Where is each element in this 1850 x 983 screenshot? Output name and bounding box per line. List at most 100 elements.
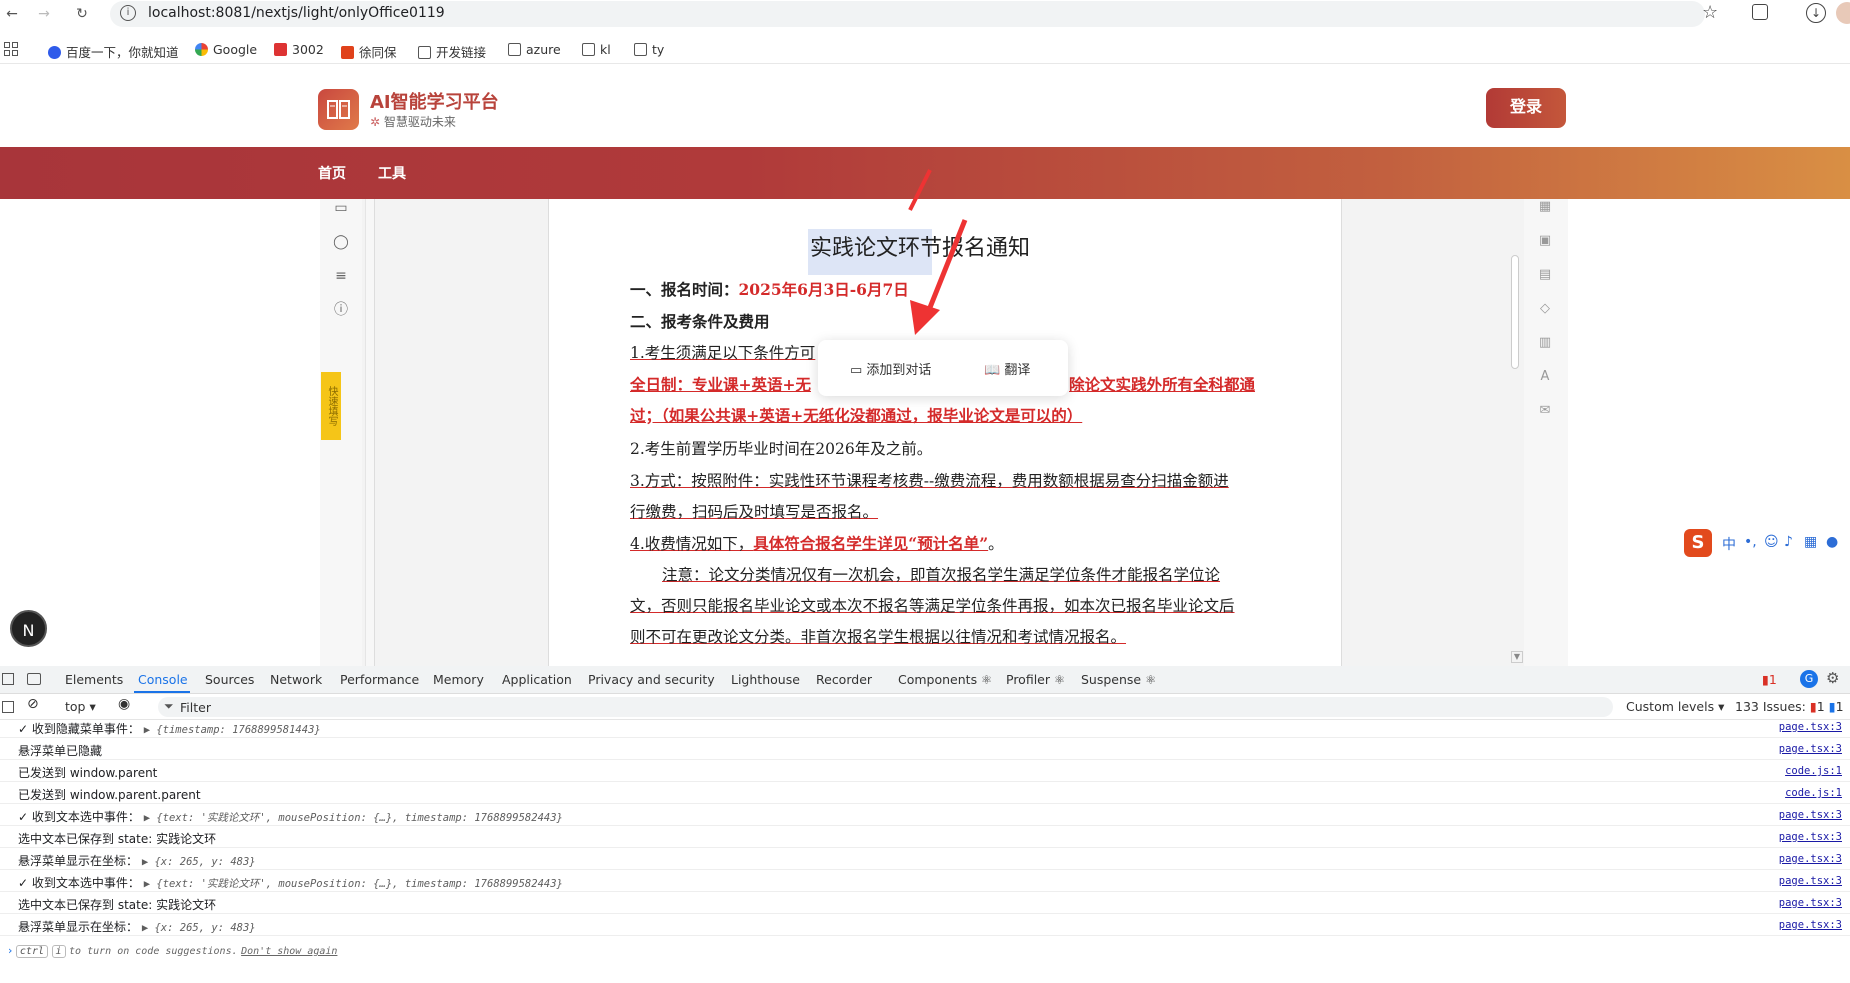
bookmark-folder-ty[interactable]: ty <box>634 42 664 57</box>
console-message[interactable]: ✓ 收到文本选中事件： ▶ {text: '实践论文环', mousePosit… <box>0 870 1850 892</box>
context-selector[interactable]: top ▾ <box>65 699 96 714</box>
console-message[interactable]: 已发送到 window.parent code.js:1 <box>0 760 1850 782</box>
bookmark-google[interactable]: Google <box>195 42 257 57</box>
url-text[interactable]: localhost:8081/nextjs/light/onlyOffice01… <box>148 5 445 21</box>
doc-line[interactable]: 3.方式：按照附件：实践性环节课程考核费--缴费流程，费用数额根据易查分扫描金额… <box>630 469 1229 491</box>
doc-line[interactable]: 一、报名时间：2025年6月3日-6月7日 <box>630 278 909 300</box>
tab-elements[interactable]: Elements <box>65 672 123 687</box>
tab-memory[interactable]: Memory <box>433 672 484 687</box>
filter-input[interactable]: ⏷ Filter <box>158 697 1613 717</box>
table-icon[interactable]: ▦ <box>1536 199 1554 215</box>
quick-fill-tab[interactable]: 快速填写 <box>321 372 341 440</box>
emoji-icon[interactable]: ☺ <box>1764 534 1779 550</box>
issues-summary[interactable]: 133 Issues: ▮1 ▮1 <box>1735 699 1844 714</box>
translate-button[interactable]: 📖 翻译 <box>984 359 1030 378</box>
align-icon[interactable]: ≡ <box>332 267 350 285</box>
console-message[interactable]: 悬浮菜单显示在坐标： ▶ {x: 265, y: 483} page.tsx:3 <box>0 914 1850 936</box>
header-footer-icon[interactable]: ▤ <box>1536 267 1554 283</box>
comment-icon[interactable]: ▭ <box>332 199 350 217</box>
doc-line[interactable]: 除论文实践外所有全科都通 <box>1069 373 1255 395</box>
reload-icon[interactable]: ↻ <box>72 4 92 24</box>
forward-arrow-icon[interactable]: → <box>34 4 54 24</box>
tab-performance[interactable]: Performance <box>340 672 419 687</box>
console-message[interactable]: ✓ 收到文本选中事件： ▶ {text: '实践论文环', mousePosit… <box>0 804 1850 826</box>
chat-icon[interactable]: ◯ <box>332 233 350 251</box>
active-tab-indicator <box>134 691 190 693</box>
issues-badge[interactable]: ▮1 <box>1762 672 1777 687</box>
tab-recorder[interactable]: Recorder <box>816 672 872 687</box>
console-message[interactable]: ✓ 收到隐藏菜单事件： ▶ {timestamp: 1768899581443}… <box>0 716 1850 738</box>
log-levels-dropdown[interactable]: Custom levels ▾ <box>1626 699 1724 714</box>
sidebar-toggle-icon[interactable] <box>2 701 14 713</box>
console-message[interactable]: 悬浮菜单显示在坐标： ▶ {x: 265, y: 483} page.tsx:3 <box>0 848 1850 870</box>
apps-grid-icon[interactable] <box>4 42 18 56</box>
profile-avatar[interactable] <box>1836 2 1850 24</box>
dont-show-again-link[interactable]: Don't show again <box>241 946 337 957</box>
image-icon[interactable]: ▣ <box>1536 233 1554 249</box>
extensions-icon[interactable] <box>1752 4 1768 20</box>
doc-line[interactable]: 2.考生前置学历毕业时间在2026年及之前。 <box>630 437 932 459</box>
console-message[interactable]: 悬浮菜单已隐藏 page.tsx:3 <box>0 738 1850 760</box>
tab-lighthouse[interactable]: Lighthouse <box>731 672 800 687</box>
tab-profiler[interactable]: Profiler ⚛ <box>1006 672 1065 687</box>
eye-icon[interactable]: ◉ <box>118 696 130 712</box>
bookmark-folder-azure[interactable]: azure <box>508 42 561 57</box>
doc-line[interactable]: 全日制：专业课+英语+无 <box>630 373 811 395</box>
doc-line[interactable]: 行缴费，扫码后及时填写是否报名。 <box>630 500 878 522</box>
doc-line[interactable]: 文，否则只能报名毕业论文或本次不报名等满足学位条件再报，如本次已报名毕业论文后 <box>630 594 1235 616</box>
console-prompt[interactable]: › ctrl i to turn on code suggestions. Do… <box>8 944 337 958</box>
ime-toolbar: S 中 •, ☺ ♪ ▦ ● <box>1684 529 1850 559</box>
download-icon[interactable]: ↓ <box>1806 3 1826 23</box>
bookmark-baidu[interactable]: 百度一下，你就知道 <box>48 42 179 61</box>
bookmark-3002[interactable]: 3002 <box>274 42 324 57</box>
tab-network[interactable]: Network <box>270 672 322 687</box>
bookmark-folder-dev[interactable]: 开发链接 <box>418 42 486 61</box>
site-info-icon[interactable]: i <box>120 5 136 21</box>
back-arrow-icon[interactable]: ← <box>2 4 22 24</box>
nav-home[interactable]: 首页 <box>318 163 346 183</box>
clear-console-icon[interactable]: ⊘ <box>27 696 39 712</box>
nav-tools[interactable]: 工具 <box>378 163 406 183</box>
add-to-chat-button[interactable]: ▭ 添加到对话 <box>850 359 931 378</box>
nextjs-dev-indicator[interactable]: N <box>10 610 47 647</box>
info-icon[interactable]: ⓘ <box>332 301 350 319</box>
inspect-element-icon[interactable] <box>2 673 14 685</box>
console-message[interactable]: 选中文本已保存到 state: 实践论文环 page.tsx:3 <box>0 826 1850 848</box>
microphone-icon[interactable]: ♪ <box>1784 534 1793 550</box>
devtools-tabbar: Elements Console Sources Network Perform… <box>0 666 1850 694</box>
tab-application[interactable]: Application <box>502 672 572 687</box>
console-message[interactable]: 已发送到 window.parent.parent code.js:1 <box>0 782 1850 804</box>
doc-line[interactable]: 4.收费情况如下，具体符合报名学生详见“预计名单”。 <box>630 532 1004 554</box>
punctuation-icon[interactable]: •, <box>1744 534 1757 550</box>
tab-privacy-security[interactable]: Privacy and security <box>588 672 715 687</box>
bookmark-xutongbao[interactable]: 徐同保 <box>341 42 397 61</box>
chart-icon[interactable]: ▥ <box>1536 335 1554 351</box>
bookmarks-bar: 百度一下，你就知道 Google 3002 徐同保 开发链接 azure kl … <box>0 36 1850 64</box>
bookmark-folder-kl[interactable]: kl <box>582 42 611 57</box>
login-button[interactable]: 登录 <box>1486 88 1566 128</box>
chinese-mode-icon[interactable]: 中 <box>1722 534 1736 554</box>
settings-gear-icon[interactable]: ⚙ <box>1826 669 1839 687</box>
doc-line[interactable]: 则不可在更改论文分类。非首次报名学生根据以往情况和考试情况报名。 <box>630 625 1126 647</box>
user-icon[interactable]: ● <box>1826 534 1838 550</box>
tab-console[interactable]: Console <box>138 672 188 687</box>
star-icon[interactable]: ☆ <box>1702 2 1718 23</box>
device-toolbar-icon[interactable] <box>27 673 41 685</box>
doc-line[interactable]: 过；（如果公共课+英语+无纸化没都通过，报毕业论文是可以的） <box>630 404 1082 426</box>
tab-suspense[interactable]: Suspense ⚛ <box>1081 672 1156 687</box>
doc-line[interactable]: 1.考生须满足以下条件方可 <box>630 341 815 363</box>
tab-components[interactable]: Components ⚛ <box>898 672 992 687</box>
console-message[interactable]: 选中文本已保存到 state: 实践论文环 page.tsx:3 <box>0 892 1850 914</box>
keyboard-icon[interactable]: ▦ <box>1804 534 1817 550</box>
shape-icon[interactable]: ◇ <box>1536 301 1554 317</box>
doc-line[interactable]: 注意：论文分类情况仅有一次机会，即首次报名学生满足学位条件才能报名学位论 <box>662 563 1220 585</box>
mail-merge-icon[interactable]: ✉ <box>1536 403 1554 419</box>
doc-line[interactable]: 二、报考条件及费用 <box>630 310 770 332</box>
vertical-scrollbar[interactable] <box>1511 255 1519 369</box>
tab-sources[interactable]: Sources <box>205 672 254 687</box>
warning-icon: ▮ <box>1762 672 1769 687</box>
sogou-logo-icon[interactable]: S <box>1684 529 1712 557</box>
ai-assistant-icon[interactable]: G <box>1800 670 1818 688</box>
scroll-down-icon[interactable]: ▼ <box>1511 651 1523 663</box>
text-art-icon[interactable]: A <box>1536 369 1554 385</box>
